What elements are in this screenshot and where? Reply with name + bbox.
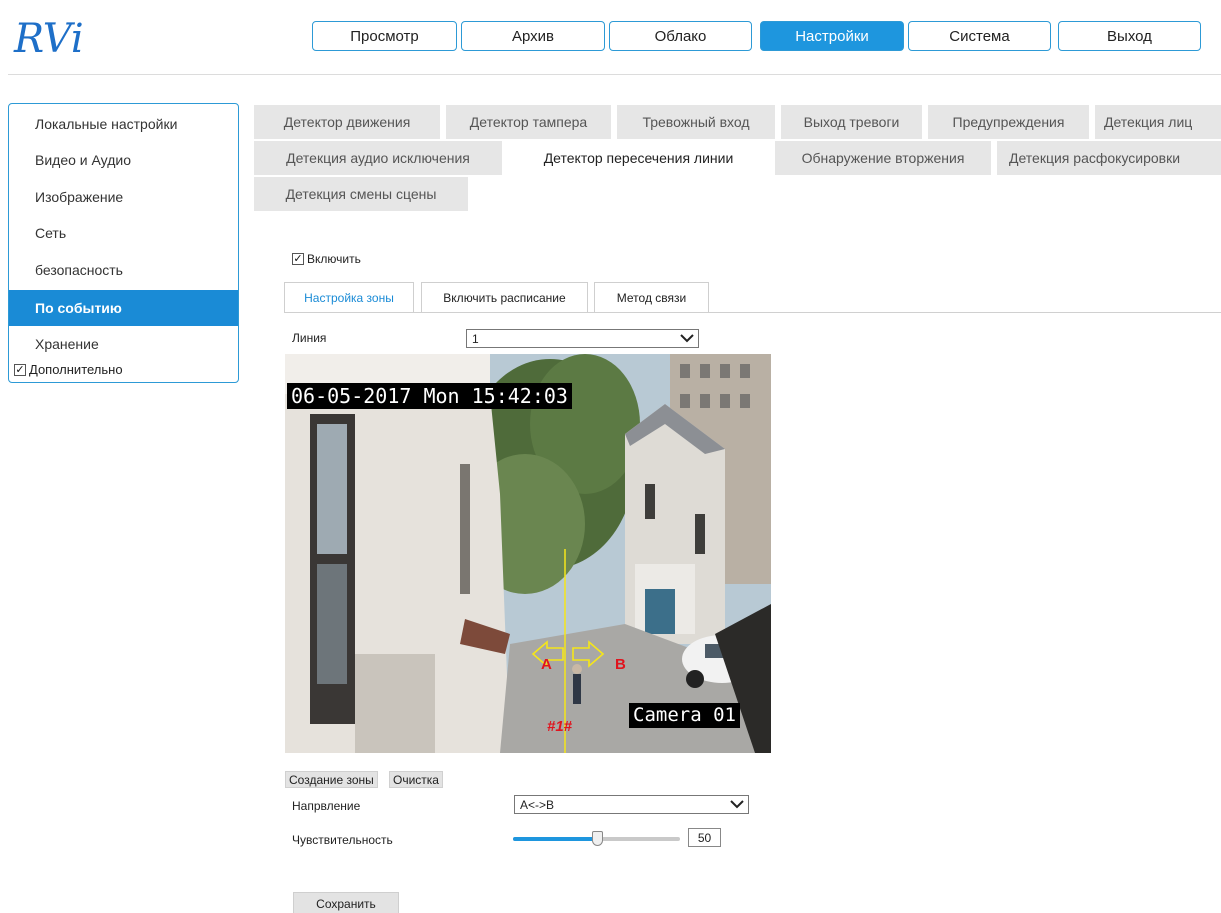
nav-settings-button[interactable]: Настройки [760,21,904,51]
clear-button[interactable]: Очистка [389,771,443,788]
tab-warnings[interactable]: Предупреждения [928,105,1089,139]
advanced-label: Дополнительно [29,362,123,377]
settings-sidebar: Локальные настройки Видео и Аудио Изобра… [8,103,239,383]
line-select[interactable]: 1 [466,329,699,348]
tab-face-detection[interactable]: Детекция лиц [1095,105,1221,139]
subtab-link-method[interactable]: Метод связи [594,282,709,313]
sidebar-item-events[interactable]: По событию [9,290,238,326]
enable-checkbox-row[interactable]: ✓ Включить [292,252,361,266]
create-zone-button[interactable]: Создание зоны [285,771,378,788]
tab-scene-change[interactable]: Детекция смены сцены [254,177,468,211]
side-b-label: B [615,656,626,673]
sensitivity-slider-fill [513,837,597,841]
line-label: Линия [292,331,327,345]
sensitivity-value-input[interactable]: 50 [688,828,721,847]
header-divider [8,74,1221,75]
camera-preview[interactable]: 06-05-2017 Mon 15:42:03 Camera 01 A B #1… [285,354,771,753]
save-button[interactable]: Сохранить [293,892,399,913]
chevron-down-icon [680,334,694,343]
nav-cloud-button[interactable]: Облако [609,21,752,51]
subtab-zone-setup[interactable]: Настройка зоны [284,282,414,313]
sidebar-item-image[interactable]: Изображение [9,179,238,215]
nav-logout-button[interactable]: Выход [1058,21,1201,51]
sidebar-item-network[interactable]: Сеть [9,215,238,251]
sidebar-item-video-audio[interactable]: Видео и Аудио [9,142,238,178]
chevron-down-icon [730,800,744,809]
direction-select[interactable]: A<->B [514,795,749,814]
sidebar-item-security[interactable]: безопасность [9,252,238,288]
camera-name-overlay: Camera 01 [629,703,740,728]
line-id-label: #1# [547,718,573,735]
svg-text:RVi: RVi [13,16,84,62]
sidebar-item-storage[interactable]: Хранение [9,326,238,362]
tab-line-crossing[interactable]: Детектор пересечения линии [508,141,769,175]
subtab-divider [284,312,1221,313]
camera-scene [285,354,771,753]
side-a-label: A [541,656,552,673]
tab-alarm-input[interactable]: Тревожный вход [617,105,775,139]
direction-select-value: A<->B [520,797,555,812]
timestamp-overlay: 06-05-2017 Mon 15:42:03 [287,383,572,409]
advanced-checkbox-row[interactable]: ✓ Дополнительно [14,362,123,377]
tab-motion-detection[interactable]: Детектор движения [254,105,440,139]
line-select-value: 1 [472,331,479,346]
nav-system-button[interactable]: Система [908,21,1051,51]
rvi-logo: RVi [13,16,84,62]
subtab-schedule[interactable]: Включить расписание [421,282,588,313]
nav-archive-button[interactable]: Архив [461,21,605,51]
enable-checkbox[interactable]: ✓ [292,253,304,265]
nav-view-button[interactable]: Просмотр [312,21,457,51]
tab-tamper-detection[interactable]: Детектор тампера [446,105,611,139]
tab-defocus-detection[interactable]: Детекция расфокусировки [997,141,1221,175]
enable-label: Включить [307,252,361,266]
tab-alarm-output[interactable]: Выход тревоги [781,105,922,139]
sensitivity-label: Чувствительность [292,833,393,847]
tab-intrusion-detection[interactable]: Обнаружение вторжения [775,141,991,175]
advanced-checkbox[interactable]: ✓ [14,363,26,376]
direction-label: Напрвление [292,799,361,813]
sensitivity-slider[interactable] [513,831,680,846]
sensitivity-slider-thumb[interactable] [591,831,603,846]
tab-audio-exception[interactable]: Детекция аудио исключения [254,141,502,175]
sidebar-item-local-settings[interactable]: Локальные настройки [9,106,238,142]
